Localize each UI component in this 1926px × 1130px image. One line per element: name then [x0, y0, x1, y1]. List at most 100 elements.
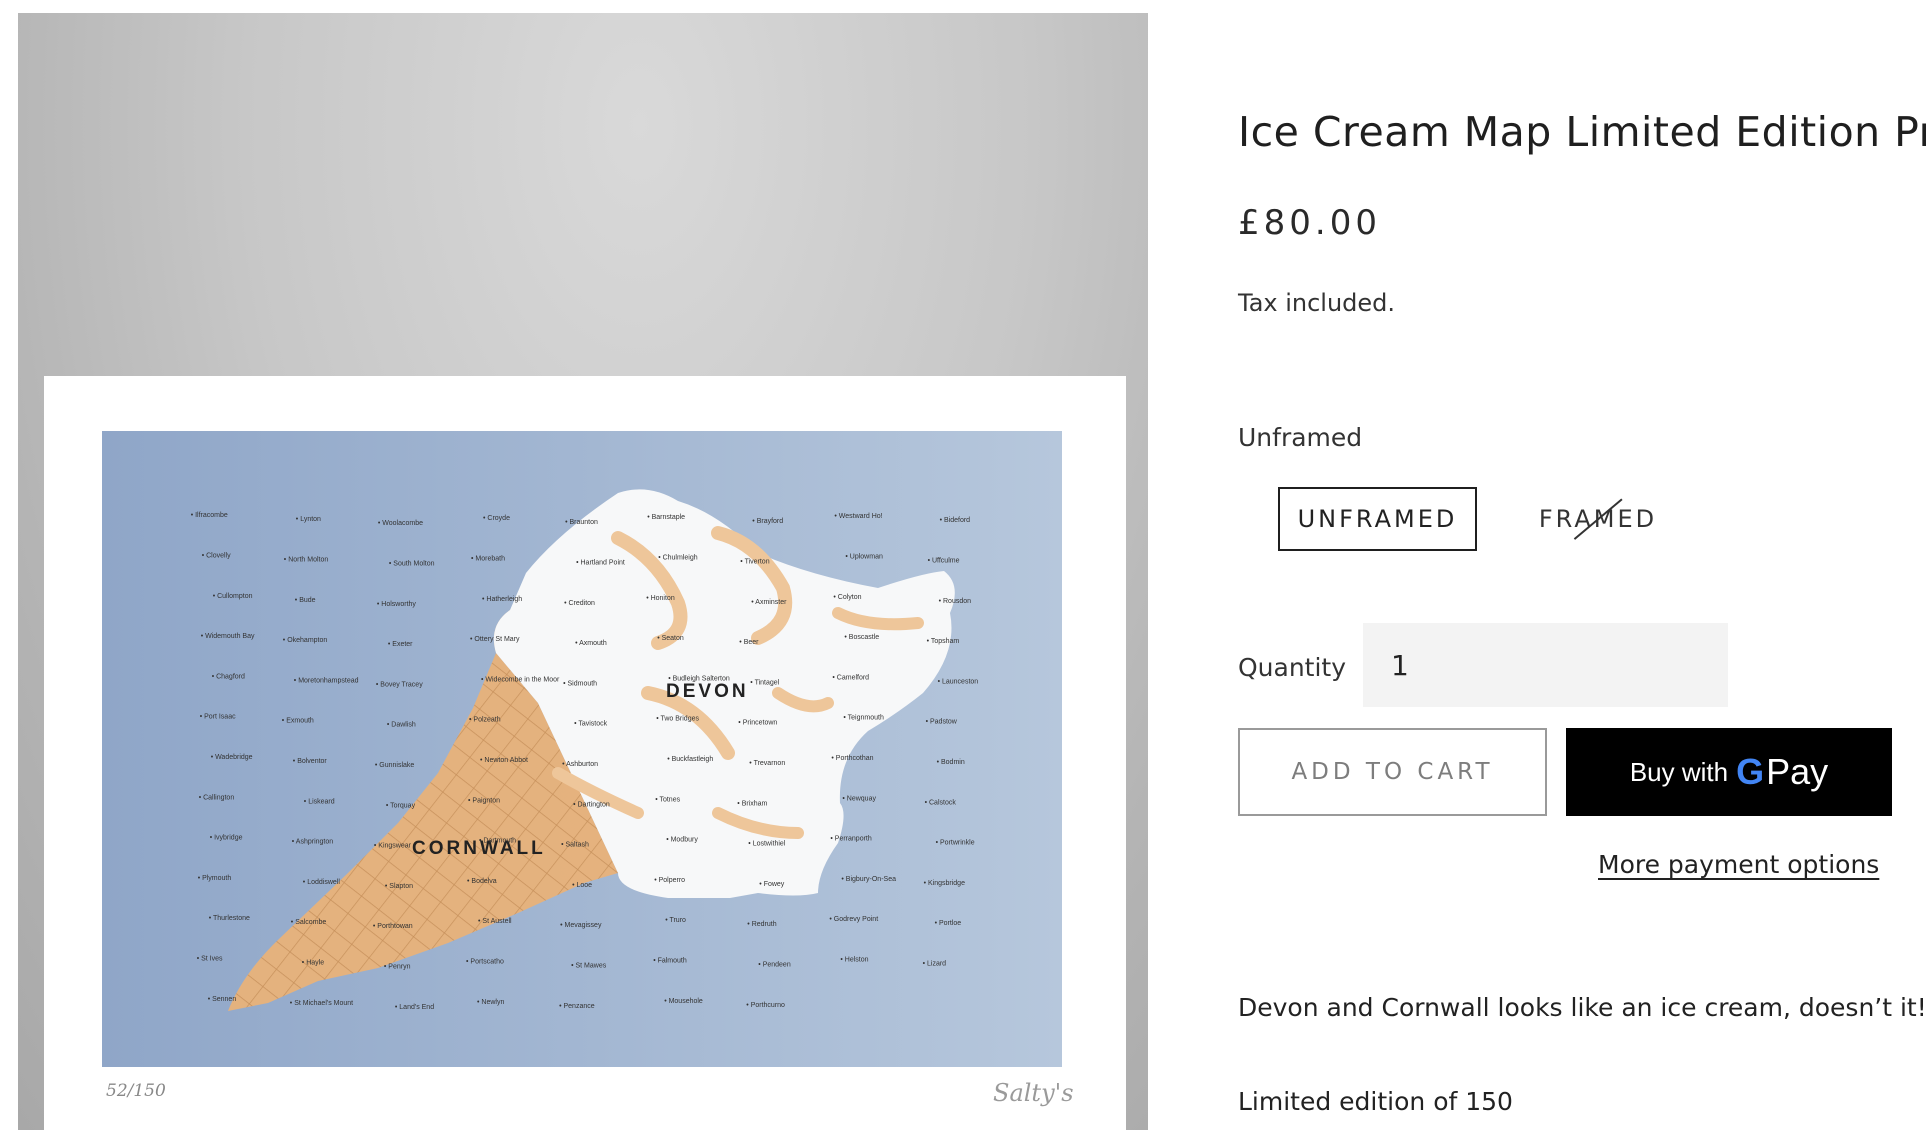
edition-number: 52/150	[106, 1081, 166, 1101]
place-label: • Newquay	[842, 795, 876, 802]
place-label: • Pendeen	[758, 962, 791, 969]
place-label: • Padstow	[926, 719, 958, 726]
place-label: • Chagford	[212, 673, 245, 680]
place-label: • Westward Ho!	[834, 513, 882, 520]
quantity-label: Quantity	[1238, 653, 1347, 682]
place-label: • Clovelly	[202, 553, 231, 560]
tax-note: Tax included.	[1238, 289, 1396, 317]
place-label: • Perranporth	[830, 836, 871, 843]
place-label: • Wadebridge	[211, 754, 253, 761]
place-label: • Bodelva	[467, 878, 497, 885]
place-label: • Bodmin	[937, 759, 965, 766]
place-label: • Porthcothan	[831, 755, 873, 762]
place-label: • Moretonhampstead	[294, 677, 359, 684]
product-photo: DEVON CORNWALL 52/150 Salty's • Ilfracom…	[18, 13, 1148, 1130]
place-label: • Truro	[665, 917, 686, 924]
place-label: • Loddiswell	[303, 879, 341, 886]
place-label: • Ashprington	[292, 839, 333, 846]
place-label: • Launceston	[938, 678, 979, 685]
place-label: • Morebath	[471, 556, 505, 563]
place-label: • Port Isaac	[200, 714, 236, 721]
place-label: • Widemouth Bay	[201, 633, 255, 640]
variant-framed[interactable]: FRAMED	[1513, 487, 1683, 551]
variant-label: Unframed	[1238, 423, 1363, 452]
place-label: • Plymouth	[198, 875, 232, 882]
more-payment-options-link[interactable]: More payment options	[1598, 850, 1879, 879]
place-label: • Paignton	[468, 797, 500, 804]
place-label: • Seaton	[657, 635, 684, 642]
place-label: • Hatherleigh	[482, 596, 522, 603]
product-description: Devon and Cornwall looks like an ice cre…	[1238, 993, 1926, 1022]
place-label: • Bigbury-On-Sea	[841, 876, 896, 883]
variant-unframed-label: UNFRAMED	[1297, 505, 1458, 533]
place-label: • St Michael's Mount	[290, 1000, 353, 1007]
place-label: • Bolventor	[293, 758, 328, 765]
place-label: • Boscastle	[844, 634, 879, 641]
place-label: • Tintagel	[750, 679, 779, 686]
place-label: • Kingswear	[374, 843, 412, 850]
product-price: £80.00	[1238, 203, 1381, 243]
place-label: • Axminster	[751, 599, 787, 606]
place-label: • Bovey Tracey	[376, 681, 423, 688]
place-label: • Dartmouth	[479, 838, 516, 845]
place-label: • Budleigh Salterton	[668, 675, 730, 682]
place-label: • Colyton	[833, 594, 861, 601]
place-label: • Porthtowan	[373, 923, 413, 930]
place-label: • Axmouth	[575, 640, 607, 647]
place-label: • Brayford	[752, 518, 783, 525]
place-label: • Two Bridges	[656, 716, 699, 723]
place-label: • Modbury	[666, 837, 698, 844]
place-label: • Portwrinkle	[936, 840, 975, 847]
place-label: • Mevagissey	[560, 922, 602, 929]
place-label: • Uplowman	[845, 554, 883, 561]
place-label: • Camelford	[832, 674, 869, 681]
place-label: • Ottery St Mary	[470, 636, 520, 643]
variant-unframed[interactable]: UNFRAMED	[1278, 487, 1477, 551]
place-label: • Ilfracombe	[191, 512, 228, 519]
place-label: • Holsworthy	[377, 601, 417, 608]
signature: Salty's	[993, 1079, 1074, 1107]
place-label: • Teignmouth	[843, 715, 884, 722]
google-pay-button[interactable]: Buy with G Pay	[1566, 728, 1892, 816]
place-label: • Thurlestone	[209, 915, 250, 922]
place-label: • Topsham	[927, 638, 960, 645]
place-label: • Kingsbridge	[924, 880, 965, 887]
place-label: • Woolacombe	[378, 520, 423, 527]
place-label: • Liskeard	[304, 798, 335, 805]
place-label: • Dartington	[573, 801, 610, 808]
place-label: • Dawlish	[387, 722, 416, 729]
place-label: • Beer	[739, 639, 759, 646]
edition-note: Limited edition of 150	[1238, 1087, 1513, 1116]
place-label: • Newton Abbot	[480, 757, 528, 764]
place-label: • Portloe	[935, 920, 962, 927]
place-label: • Salcombe	[291, 919, 327, 926]
place-label: • Redruth	[747, 921, 776, 928]
product-title: Ice Cream Map Limited Edition Print	[1238, 108, 1926, 156]
place-label: • Cullompton	[213, 593, 253, 600]
place-label: • Hartland Point	[576, 560, 625, 567]
place-label: • Barnstaple	[647, 514, 685, 521]
place-label: • Callington	[199, 794, 235, 801]
place-label: • Braunton	[565, 519, 598, 526]
place-label: • Chulmleigh	[658, 555, 698, 562]
place-label: • St Mawes	[571, 963, 607, 970]
place-label: • Sidmouth	[563, 680, 597, 687]
quantity-input[interactable]	[1363, 623, 1728, 707]
place-label: • Polzeath	[469, 717, 501, 724]
place-label: • Croyde	[483, 515, 510, 522]
place-label: • Helston	[840, 957, 868, 964]
place-label: • Porthcurno	[746, 1002, 785, 1009]
place-label: • Lostwithiel	[748, 841, 786, 848]
place-label: • Crediton	[564, 600, 595, 607]
place-label: • Mousehole	[664, 998, 703, 1005]
place-label: • North Molton	[284, 557, 329, 564]
place-label: • St Austell	[478, 918, 512, 925]
place-label: • Penzance	[559, 1003, 595, 1010]
add-to-cart-button[interactable]: ADD TO CART	[1238, 728, 1547, 816]
place-label: • Falmouth	[653, 958, 687, 965]
place-label: • Fowey	[759, 881, 785, 888]
place-label: • Totnes	[655, 796, 680, 803]
place-label: • Land's End	[395, 1004, 434, 1011]
place-label: • Sennen	[208, 996, 237, 1003]
google-g-icon: G	[1736, 751, 1765, 792]
